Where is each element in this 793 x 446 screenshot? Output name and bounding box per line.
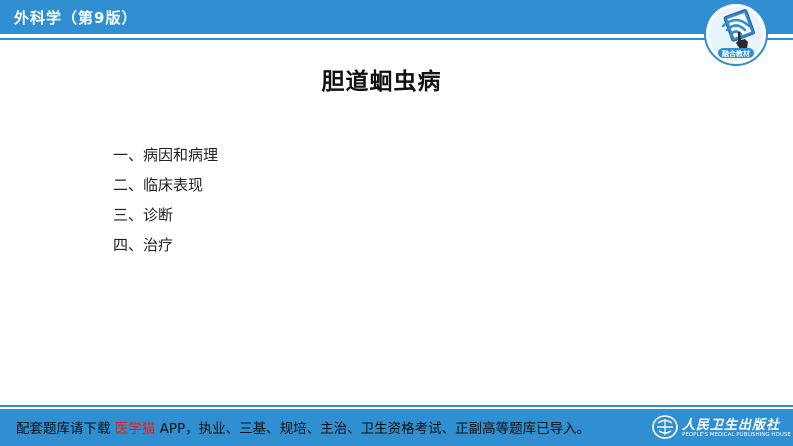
toc-item-clinical: 二、临床表现 [113,176,204,194]
slide-title: 胆道蛔虫病 [321,69,442,95]
app-name-link[interactable]: 医学猫 [115,421,156,437]
header-divider [0,38,793,40]
table-of-contents: 一、病因和病理 二、临床表现 三、诊断 四、治疗 [113,145,218,265]
header-bar: 外科学（第9版） [0,0,793,34]
header-title: 外科学（第9版） [14,9,138,27]
toc-item-treatment: 四、治疗 [113,236,174,254]
toc-item-cause: 一、病因和病理 [113,146,219,164]
publisher-logo: 人民卫生出版社 PEOPLE'S MEDICAL PUBLISHING HOUS… [652,412,791,442]
footer-divider [0,405,793,407]
fusion-textbook-badge-icon: 融合教材 [704,2,768,66]
footer-text-suffix: APP，执业、三基、规培、主治、卫生资格考试、正副高等题库已导入。 [155,421,591,437]
slide: 外科学（第9版） 融合教材 胆道蛔虫病 一、病因和病理 二、临床表现 三、诊断 … [0,0,793,446]
toc-item-diagnosis: 三、诊断 [113,206,174,224]
footer-text-prefix: 配套题库请下载 [16,421,115,437]
publisher-name-en: PEOPLE'S MEDICAL PUBLISHING HOUSE [682,432,791,438]
footer-notice: 配套题库请下载 医学猫 APP，执业、三基、规培、主治、卫生资格考试、正副高等题… [16,417,590,437]
pmph-logo-icon [652,415,678,439]
publisher-name-cn: 人民卫生出版社 [682,418,781,433]
badge-label: 融合教材 [722,49,750,58]
